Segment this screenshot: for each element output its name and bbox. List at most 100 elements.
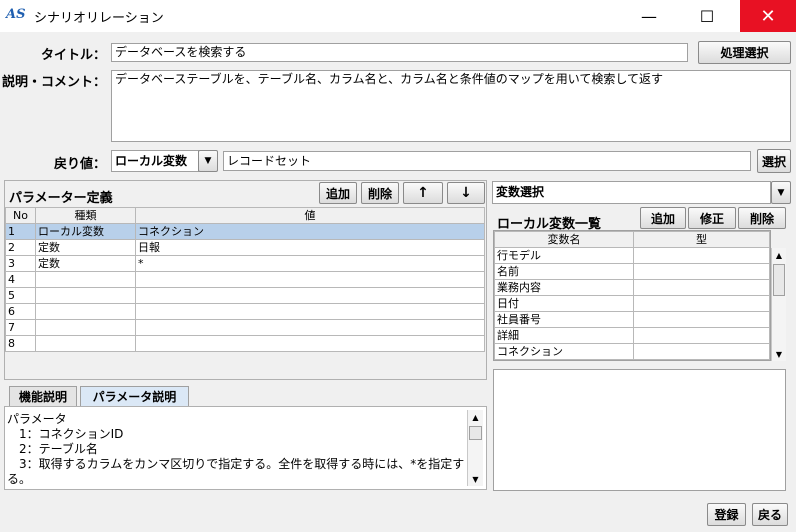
table-row[interactable]: コネクション	[494, 343, 770, 360]
maximize-button[interactable]: ☐	[684, 0, 730, 32]
cell-variable-type[interactable]	[633, 327, 770, 344]
description-line: 2：テーブル名	[19, 442, 98, 456]
move-down-button[interactable]: ↓	[447, 182, 485, 204]
table-row[interactable]: 名前	[494, 263, 770, 280]
return-type-select[interactable]: ローカル変数	[111, 150, 199, 172]
description-scrollbar[interactable]: ▲ ▼	[467, 410, 483, 486]
cell-kind[interactable]	[35, 287, 136, 304]
cell-kind[interactable]: 定数	[35, 239, 136, 256]
cell-kind[interactable]	[35, 303, 136, 320]
cell-value[interactable]	[135, 287, 485, 304]
title-label: タイトル：	[40, 48, 106, 63]
cell-value[interactable]: コネクション	[135, 223, 485, 240]
cell-variable-name[interactable]: 業務内容	[494, 279, 634, 296]
table-row[interactable]: 業務内容	[494, 279, 770, 296]
table-row[interactable]: 日付	[494, 295, 770, 312]
cell-kind[interactable]: 定数	[35, 255, 136, 272]
chevron-down-icon[interactable]: ▼	[771, 181, 791, 204]
table-row[interactable]: 8	[5, 335, 485, 352]
param-add-button[interactable]: 追加	[319, 182, 357, 204]
return-select-button[interactable]: 選択	[757, 149, 791, 173]
cell-kind[interactable]	[35, 335, 136, 352]
cell-variable-name[interactable]: 社員番号	[494, 311, 634, 328]
title-input[interactable]: データベースを検索する	[111, 43, 688, 62]
process-select-button[interactable]: 処理選択	[698, 41, 791, 64]
param-delete-button[interactable]: 削除	[361, 182, 399, 204]
column-header[interactable]: 値	[135, 207, 485, 224]
variable-delete-button[interactable]: 削除	[738, 207, 786, 229]
description-label: 説明・コメント：	[1, 75, 106, 90]
scroll-up-icon[interactable]: ▲	[468, 410, 483, 424]
tab-function-description[interactable]: 機能説明	[9, 386, 77, 406]
cell-no: 5	[5, 287, 36, 304]
cell-variable-type[interactable]	[633, 247, 770, 264]
chevron-down-icon[interactable]: ▼	[198, 150, 218, 172]
return-value-input[interactable]: レコードセット	[223, 151, 751, 171]
cell-kind[interactable]	[35, 319, 136, 336]
move-up-button[interactable]: ↑	[403, 182, 443, 204]
description-line: る。	[7, 472, 32, 486]
cell-variable-type[interactable]	[633, 263, 770, 280]
window-title: シナリオリレーション	[34, 11, 164, 26]
cell-variable-type[interactable]	[633, 279, 770, 296]
table-row[interactable]: 1 ローカル変数 コネクション	[5, 223, 485, 240]
cell-variable-type[interactable]	[633, 311, 770, 328]
table-row[interactable]: 社員番号	[494, 311, 770, 328]
description-line: 1：コネクションID	[19, 427, 124, 441]
cell-no: 6	[5, 303, 36, 320]
parameter-panel-title: パラメーター定義	[9, 191, 113, 206]
cell-no: 2	[5, 239, 36, 256]
register-button[interactable]: 登録	[707, 503, 746, 526]
cell-value[interactable]	[135, 271, 485, 288]
table-row[interactable]: 行モデル	[494, 247, 770, 264]
table-row[interactable]: 3 定数 *	[5, 255, 485, 272]
minimize-button[interactable]: —	[626, 0, 672, 32]
cell-no: 7	[5, 319, 36, 336]
cell-kind[interactable]: ローカル変数	[35, 223, 136, 240]
cell-variable-name[interactable]: 行モデル	[494, 247, 634, 264]
cell-variable-name[interactable]: 名前	[494, 263, 634, 280]
cell-variable-type[interactable]	[633, 295, 770, 312]
cell-variable-name[interactable]: 詳細	[494, 327, 634, 344]
return-value-label: 戻り値：	[53, 157, 106, 172]
cell-kind[interactable]	[35, 271, 136, 288]
variable-table-scrollbar[interactable]: ▲ ▼	[771, 248, 786, 361]
parameter-description-text: パラメータ 1：コネクションID 2：テーブル名 3：取得するカラムをカンマ区切…	[7, 412, 467, 487]
scroll-up-icon[interactable]: ▲	[772, 248, 786, 262]
app-logo-icon: AS	[6, 7, 26, 22]
cell-no: 8	[5, 335, 36, 352]
cell-variable-type[interactable]	[633, 343, 770, 360]
variable-select-dropdown[interactable]: 変数選択	[492, 181, 771, 204]
table-row[interactable]: 詳細	[494, 327, 770, 344]
cell-value[interactable]: *	[135, 255, 485, 272]
cell-variable-name[interactable]: 日付	[494, 295, 634, 312]
scrollbar-thumb[interactable]	[469, 426, 482, 440]
column-header[interactable]: 型	[633, 231, 770, 248]
close-button[interactable]: ✕	[740, 0, 796, 32]
cell-variable-name[interactable]: コネクション	[494, 343, 634, 360]
cell-value[interactable]: 日報	[135, 239, 485, 256]
table-row[interactable]: 4	[5, 271, 485, 288]
column-header[interactable]: 変数名	[494, 231, 634, 248]
tab-parameter-description[interactable]: パラメータ説明	[80, 386, 189, 406]
table-row[interactable]: 6	[5, 303, 485, 320]
back-button[interactable]: 戻る	[752, 503, 788, 526]
cell-value[interactable]	[135, 335, 485, 352]
table-row[interactable]: 2 定数 日報	[5, 239, 485, 256]
variable-add-button[interactable]: 追加	[640, 207, 686, 229]
scrollbar-thumb[interactable]	[773, 264, 785, 296]
description-textarea[interactable]: データベーステーブルを、テーブル名、カラム名と、カラム名と条件値のマップを用いて…	[111, 70, 791, 142]
scroll-down-icon[interactable]: ▼	[468, 472, 483, 486]
cell-value[interactable]	[135, 319, 485, 336]
column-header[interactable]: 種類	[35, 207, 136, 224]
table-row[interactable]: 5	[5, 287, 485, 304]
column-header[interactable]: No	[5, 207, 36, 224]
description-line: パラメータ	[7, 412, 67, 426]
description-line: 3：取得するカラムをカンマ区切りで指定する。全件を取得する時には、*を指定す	[19, 457, 465, 471]
scroll-down-icon[interactable]: ▼	[772, 347, 786, 361]
variable-edit-button[interactable]: 修正	[688, 207, 736, 229]
table-row[interactable]: 7	[5, 319, 485, 336]
variable-table: 変数名 型 行モデル 名前 業務内容 日付 社員番号 詳細 コネクション	[493, 230, 771, 361]
cell-value[interactable]	[135, 303, 485, 320]
cell-no: 4	[5, 271, 36, 288]
